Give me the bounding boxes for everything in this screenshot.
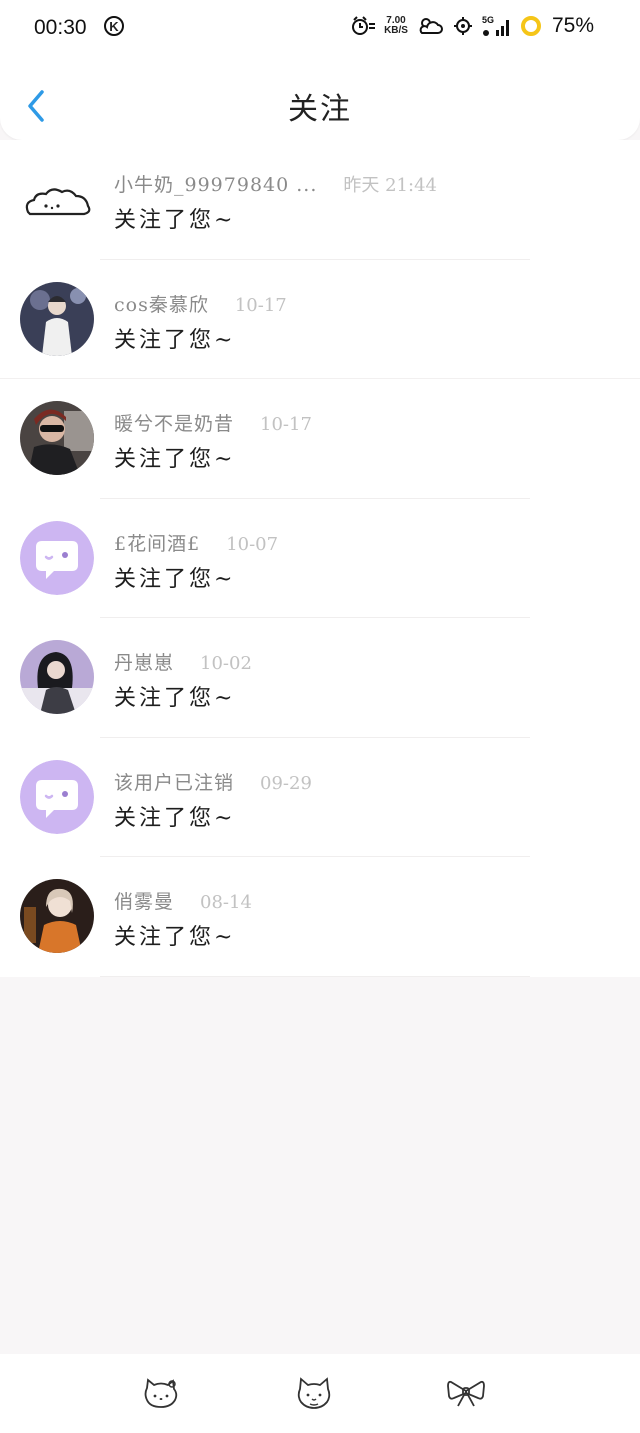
signal-5g-icon: 5G: [482, 14, 512, 38]
follow-list: 小牛奶_99979840 ... 昨天 21:44 关注了您~ cos秦慕欣 1…: [0, 140, 640, 977]
item-date: 08-14: [200, 892, 252, 913]
photo-avatar: [20, 281, 94, 356]
user-name[interactable]: 该用户已注销: [114, 768, 234, 795]
photo-avatar: [20, 879, 94, 953]
item-date: 昨天 21:44: [343, 175, 437, 196]
item-meta: £花间酒£ 10-07: [114, 529, 278, 556]
item-date: 09-29: [260, 772, 312, 794]
item-message: 关注了您~: [114, 447, 236, 472]
avatar[interactable]: [20, 162, 94, 236]
item-message: 关注了您~: [114, 805, 236, 831]
battery-ring-icon: [520, 15, 542, 37]
hello-kitty-icon: [144, 1378, 178, 1408]
item-date: 10-02: [200, 653, 252, 674]
net-speed: 7.00 KB/S: [384, 16, 408, 36]
speed-unit: KB/S: [384, 25, 408, 36]
item-meta: 丹崽崽 10-02: [114, 648, 252, 675]
item-message: 关注了您~: [114, 566, 236, 592]
list-item[interactable]: 俏雾曼 08-14 关注了您~: [0, 857, 640, 977]
cloud-doodle-icon: [25, 188, 91, 216]
user-name[interactable]: cos秦慕欣: [114, 290, 209, 317]
avatar[interactable]: [20, 401, 94, 475]
list-item[interactable]: 该用户已注销 09-29 关注了您~: [0, 738, 640, 857]
item-meta: cos秦慕欣 10-17: [114, 290, 287, 317]
status-time: 00:30: [34, 16, 87, 39]
item-meta: 该用户已注销 09-29: [114, 768, 312, 795]
user-name[interactable]: 俏雾曼: [114, 887, 174, 914]
battery-percent: 75%: [551, 14, 594, 37]
avatar[interactable]: [20, 520, 94, 595]
list-item[interactable]: 暖兮不是奶昔 10-17 关注了您~: [0, 379, 640, 499]
item-date: 10-07: [226, 533, 279, 555]
list-item[interactable]: 小牛奶_99979840 ... 昨天 21:44 关注了您~: [0, 140, 640, 260]
k-badge-icon: K: [104, 16, 124, 36]
chat-bubble-icon: [20, 520, 94, 595]
item-meta: 俏雾曼 08-14: [114, 887, 252, 914]
avatar[interactable]: [20, 759, 94, 834]
user-name[interactable]: 丹崽崽: [114, 648, 174, 675]
item-meta: 暖兮不是奶昔 10-17: [114, 409, 312, 436]
item-date: 10-17: [260, 414, 312, 435]
item-message: 关注了您~: [114, 686, 236, 711]
item-message: 关注了您~: [114, 925, 236, 950]
avatar[interactable]: [20, 879, 94, 953]
list-item[interactable]: cos秦慕欣 10-17 关注了您~: [0, 260, 640, 379]
nav-home-button[interactable]: [139, 1374, 183, 1412]
page-title: 关注: [288, 92, 352, 127]
top-bar: 00:30 K 7.00 KB/S 5G 75% 关注: [0, 0, 640, 140]
item-meta: 小牛奶_99979840 ... 昨天 21:44: [114, 170, 437, 197]
avatar[interactable]: [20, 281, 94, 356]
chat-bubble-icon: [20, 759, 94, 834]
item-message: 关注了您~: [114, 208, 236, 233]
photo-avatar: [20, 401, 94, 475]
status-bar: 00:30 K 7.00 KB/S 5G 75%: [0, 0, 640, 56]
user-name[interactable]: 小牛奶_99979840 ...: [114, 170, 317, 197]
avatar[interactable]: [20, 640, 94, 714]
item-date: 10-17: [234, 294, 287, 316]
user-name[interactable]: £花间酒£: [114, 529, 200, 556]
bow-icon: [447, 1380, 485, 1407]
svg-text:5G: 5G: [482, 15, 494, 25]
user-name[interactable]: 暖兮不是奶昔: [114, 409, 234, 436]
list-item[interactable]: £花间酒£ 10-07 关注了您~: [0, 499, 640, 618]
gear-badge-icon: [452, 15, 474, 37]
nav-bow-button[interactable]: [444, 1374, 488, 1412]
cat-face-icon: [297, 1377, 331, 1409]
status-icons: 7.00 KB/S 5G 75%: [350, 14, 594, 38]
item-message: 关注了您~: [114, 327, 236, 353]
list-item[interactable]: 丹崽崽 10-02 关注了您~: [0, 618, 640, 738]
bottom-nav: [0, 1354, 640, 1433]
alarm-icon: [350, 15, 376, 37]
weather-cloud-icon: [416, 15, 444, 37]
photo-avatar: [20, 640, 94, 714]
nav-cat-button[interactable]: [292, 1374, 336, 1412]
divider: [100, 975, 530, 977]
